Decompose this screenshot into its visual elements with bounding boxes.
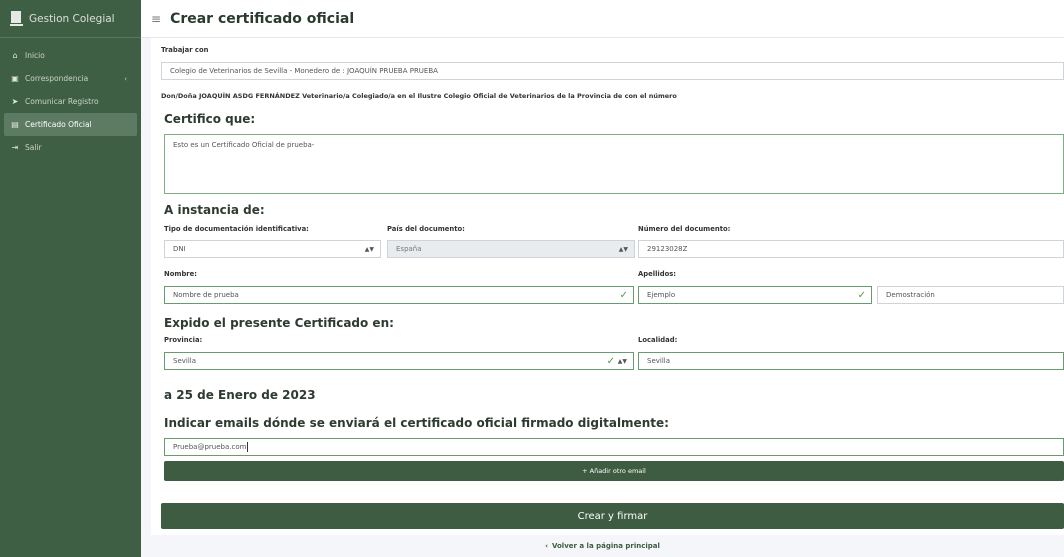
apellido2-value: Demostración [886,291,935,299]
text-cursor [247,442,249,452]
menu-icon[interactable]: ≡ [151,12,161,26]
select-arrows-icon: ▲▼ [364,245,374,253]
localidad-input[interactable]: Sevilla [638,352,1064,370]
inbox-icon: ▣ [11,74,19,83]
app-name: Gestion Colegial [29,12,115,25]
trabajar-label: Trabajar con [161,46,209,54]
back-link[interactable]: ‹ Volver a la página principal [141,535,1064,557]
declaracion-rest: Veterinario/a Colegiado/a en el Ilustre … [302,92,677,100]
provincia-label: Provincia: [164,336,203,344]
sidebar-item-salir[interactable]: ⇥ Salir [4,136,137,159]
tipo-doc-label: Tipo de documentación identificativa: [164,225,309,233]
check-icon: ✓ [619,289,628,301]
numero-input[interactable]: 29123028Z [638,240,1064,258]
numero-value: 29123028Z [647,245,688,253]
apellido2-input[interactable]: Demostración [877,286,1064,304]
select-arrows-icon: ▲▼ [617,357,627,365]
tipo-doc-value: DNI [173,245,186,253]
back-label: Volver a la página principal [551,542,660,550]
send-icon: ➤ [11,97,19,106]
submit-label: Crear y firmar [577,510,648,522]
declaracion-text: Don/Doña JOAQUÍN ASDG FERNÁNDEZ Veterina… [161,92,677,100]
nombre-value: Nombre de prueba [173,291,239,299]
sidebar-item-certificado-oficial[interactable]: ▤ Certificado Oficial [4,113,137,136]
add-email-label: + Añadir otro email [582,467,646,475]
email-value: Prueba@prueba.com [173,443,247,451]
chevron-left-icon: ‹ [124,74,127,83]
pais-value: España [396,245,422,253]
select-arrows-icon: ▲▼ [618,245,628,253]
pais-label: País del documento: [387,225,465,233]
sidebar-item-label: Inicio [25,51,45,60]
submit-button[interactable]: Crear y firmar [161,503,1064,529]
topbar: ≡ Crear certificado oficial [141,0,1064,38]
sidebar-item-comunicar-registro[interactable]: ➤ Comunicar Registro [4,90,137,113]
sidebar-item-label: Correspondencia [25,74,89,83]
check-icon: ✓ [606,355,615,367]
instancia-heading: A instancia de: [164,203,265,217]
add-email-button[interactable]: + Añadir otro email [164,461,1064,481]
tipo-doc-select[interactable]: DNI ▲▼ [164,240,381,258]
localidad-value: Sevilla [647,357,671,365]
sidebar-nav: ⌂ Inicio ▣ Correspondencia ‹ ➤ Comunicar… [0,38,141,159]
sign-out-icon: ⇥ [11,143,19,152]
trabajar-select[interactable]: Colegio de Veterinarios de Sevilla - Mon… [161,62,1064,80]
home-icon: ⌂ [12,51,18,60]
sidebar-item-label: Salir [25,143,42,152]
check-icon: ✓ [857,289,866,301]
main-area: ≡ Crear certificado oficial Trabajar con… [141,0,1064,557]
provincia-select[interactable]: Sevilla ✓ ▲▼ [164,352,634,370]
fecha-text: a 25 de Enero de 2023 [164,388,316,402]
apellido1-input[interactable]: Ejemplo ✓ [638,286,872,304]
sidebar-item-correspondencia[interactable]: ▣ Correspondencia ‹ [4,67,137,90]
apellidos-label: Apellidos: [638,270,677,278]
nombre-input[interactable]: Nombre de prueba ✓ [164,286,634,304]
sidebar-item-label: Comunicar Registro [25,97,99,106]
email-input[interactable]: Prueba@prueba.com [164,438,1064,456]
chevron-left-icon: ‹ [545,542,548,550]
apellido1-value: Ejemplo [647,291,676,299]
page-title: Crear certificado oficial [170,10,355,27]
logo-icon [10,10,23,27]
sidebar: Gestion Colegial ⌂ Inicio ▣ Corresponden… [0,0,141,557]
expido-heading: Expido el presente Certificado en: [164,316,394,330]
emails-heading: Indicar emails dónde se enviará el certi… [164,416,669,430]
pais-select[interactable]: España ▲▼ [387,240,635,258]
trabajar-value: Colegio de Veterinarios de Sevilla - Mon… [170,67,438,75]
document-icon: ▤ [11,120,19,129]
provincia-value: Sevilla [173,357,197,365]
brand[interactable]: Gestion Colegial [0,0,141,38]
nombre-label: Nombre: [164,270,197,278]
sidebar-item-label: Certificado Oficial [25,120,92,129]
certifico-text: Esto es un Certificado Oficial de prueba… [173,141,315,149]
declaracion-name: JOAQUÍN ASDG FERNÁNDEZ [199,92,300,100]
numero-label: Número del documento: [638,225,731,233]
sidebar-item-inicio[interactable]: ⌂ Inicio [4,44,137,67]
declaracion-prefix: Don/Doña [161,92,197,100]
certifico-textarea[interactable]: Esto es un Certificado Oficial de prueba… [164,134,1064,194]
certifico-heading: Certifico que: [164,112,256,126]
form-card: Trabajar con Colegio de Veterinarios de … [151,38,1064,535]
localidad-label: Localidad: [638,336,678,344]
